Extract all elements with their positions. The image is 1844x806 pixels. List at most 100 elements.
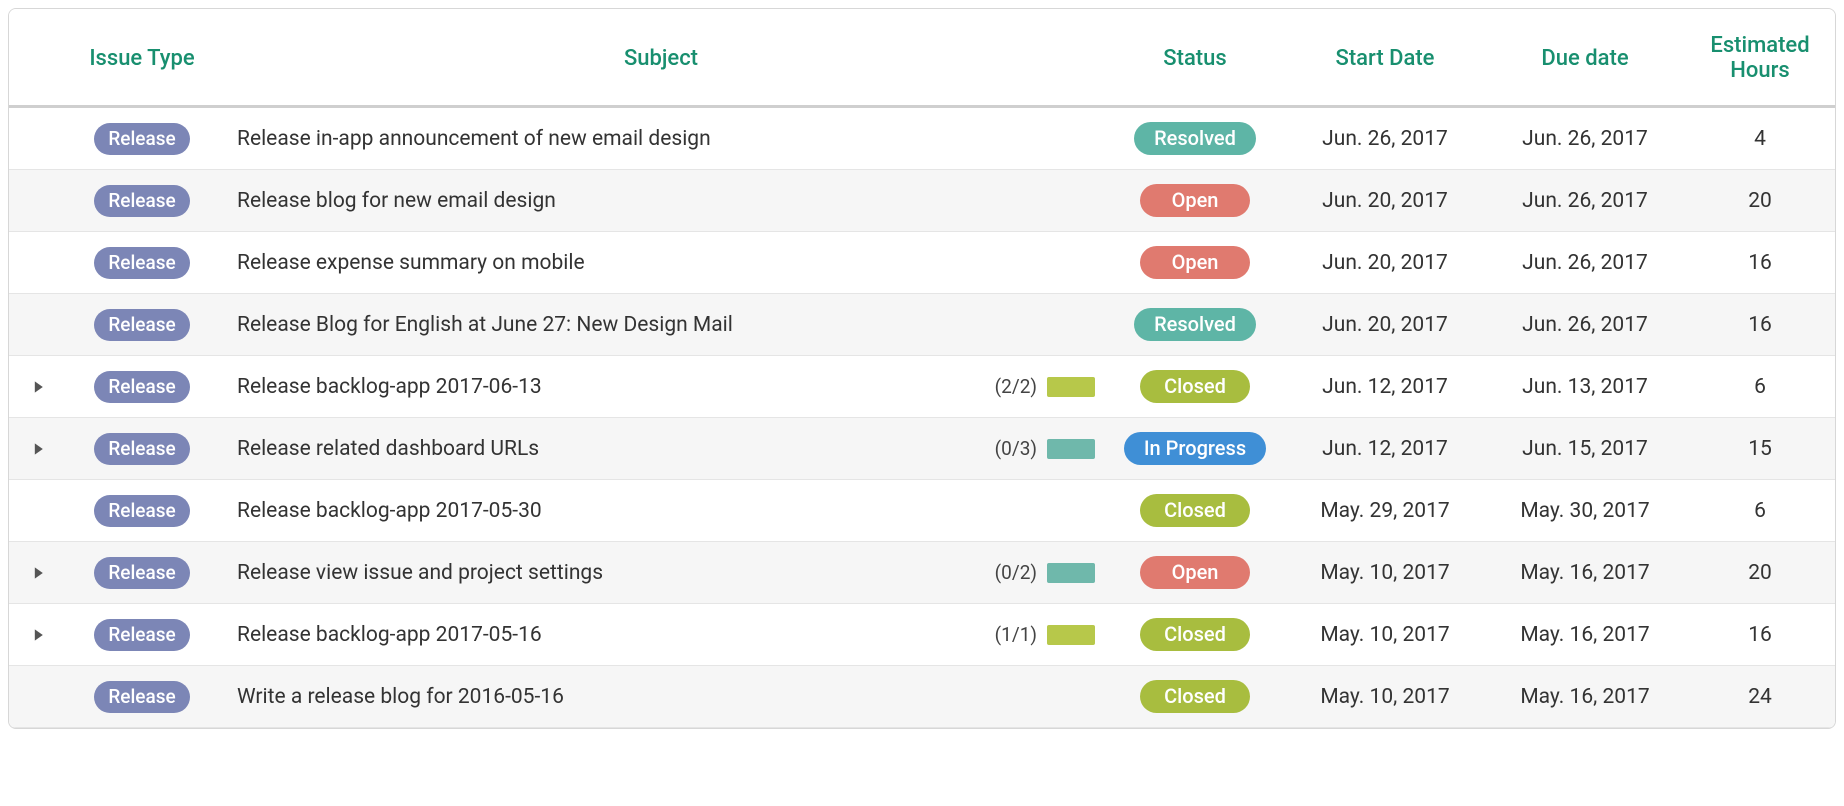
expand-cell: [9, 107, 67, 170]
expand-cell: [9, 480, 67, 542]
subject-cell[interactable]: Release in-app announcement of new email…: [217, 107, 1105, 170]
subtask-progress-count: (0/3): [995, 437, 1037, 460]
due-date-cell: Jun. 26, 2017: [1485, 107, 1685, 170]
col-start-header[interactable]: Start Date: [1285, 9, 1485, 107]
estimated-hours-cell: 6: [1685, 356, 1835, 418]
start-date-cell: May. 29, 2017: [1285, 480, 1485, 542]
status-cell: Open: [1105, 170, 1285, 232]
issue-type-cell: Release: [67, 232, 217, 294]
table-row[interactable]: ReleaseRelease backlog-app 2017-06-13(2/…: [9, 356, 1835, 418]
subject-cell[interactable]: Release expense summary on mobile: [217, 232, 1105, 294]
issue-type-pill: Release: [94, 309, 189, 341]
subject-text[interactable]: Release backlog-app 2017-05-16: [237, 623, 979, 647]
expand-caret-icon[interactable]: [19, 627, 57, 643]
subject-text[interactable]: Release expense summary on mobile: [237, 251, 1095, 275]
status-cell: Closed: [1105, 666, 1285, 728]
issue-table-panel: Issue Type Subject Status Start Date Due…: [8, 8, 1836, 729]
status-pill: Closed: [1140, 618, 1250, 651]
expand-cell[interactable]: [9, 604, 67, 666]
subtask-progress-count: (2/2): [995, 375, 1037, 398]
estimated-hours-cell: 6: [1685, 480, 1835, 542]
issue-type-pill: Release: [94, 619, 189, 651]
start-date-cell: Jun. 26, 2017: [1285, 107, 1485, 170]
status-cell: Closed: [1105, 480, 1285, 542]
issue-type-cell: Release: [67, 480, 217, 542]
subject-text[interactable]: Write a release blog for 2016-05-16: [237, 685, 1095, 709]
estimated-hours-cell: 16: [1685, 604, 1835, 666]
status-cell: Resolved: [1105, 107, 1285, 170]
status-pill: Closed: [1140, 494, 1250, 527]
subtask-progress-bar: [1047, 439, 1095, 459]
expand-cell[interactable]: [9, 542, 67, 604]
issue-type-cell: Release: [67, 666, 217, 728]
table-row[interactable]: ReleaseRelease related dashboard URLs(0/…: [9, 418, 1835, 480]
col-hours-header[interactable]: Estimated Hours: [1685, 9, 1835, 107]
expand-caret-icon[interactable]: [19, 565, 57, 581]
start-date-cell: May. 10, 2017: [1285, 604, 1485, 666]
subject-text[interactable]: Release Blog for English at June 27: New…: [237, 313, 1095, 337]
status-cell: Closed: [1105, 604, 1285, 666]
subject-text[interactable]: Release backlog-app 2017-05-30: [237, 499, 1095, 523]
table-row[interactable]: Release Release blog for new email design…: [9, 170, 1835, 232]
table-header-row: Issue Type Subject Status Start Date Due…: [9, 9, 1835, 107]
subject-cell[interactable]: Release backlog-app 2017-06-13 (2/2): [217, 356, 1105, 418]
subject-cell[interactable]: Release view issue and project settings (…: [217, 542, 1105, 604]
subject-text[interactable]: Release backlog-app 2017-06-13: [237, 375, 979, 399]
subtask-progress-count: (0/2): [995, 561, 1037, 584]
expand-caret-icon[interactable]: [19, 379, 57, 395]
estimated-hours-cell: 4: [1685, 107, 1835, 170]
col-subject-header[interactable]: Subject: [217, 9, 1105, 107]
subject-text[interactable]: Release in-app announcement of new email…: [237, 127, 1095, 151]
expand-cell: [9, 666, 67, 728]
due-date-cell: May. 16, 2017: [1485, 542, 1685, 604]
subject-cell[interactable]: Release related dashboard URLs (0/3): [217, 418, 1105, 480]
subtask-progress-bar: [1047, 625, 1095, 645]
issue-type-pill: Release: [94, 557, 189, 589]
col-due-header[interactable]: Due date: [1485, 9, 1685, 107]
expand-cell: [9, 294, 67, 356]
subject-cell[interactable]: Release backlog-app 2017-05-16(1/1): [217, 604, 1105, 666]
subject-cell[interactable]: Release Blog for English at June 27: New…: [217, 294, 1105, 356]
status-pill: Resolved: [1134, 122, 1256, 155]
subject-text[interactable]: Release related dashboard URLs: [237, 437, 979, 461]
due-date-cell: Jun. 26, 2017: [1485, 170, 1685, 232]
table-row[interactable]: Release Release expense summary on mobile…: [9, 232, 1835, 294]
subject-text[interactable]: Release blog for new email design: [237, 189, 1095, 213]
table-row[interactable]: Release Write a release blog for 2016-05-…: [9, 666, 1835, 728]
due-date-cell: Jun. 26, 2017: [1485, 232, 1685, 294]
table-row[interactable]: Release Release Blog for English at June …: [9, 294, 1835, 356]
due-date-cell: Jun. 13, 2017: [1485, 356, 1685, 418]
due-date-cell: May. 30, 2017: [1485, 480, 1685, 542]
due-date-cell: Jun. 15, 2017: [1485, 418, 1685, 480]
subtask-progress: (0/3): [995, 437, 1095, 460]
subtask-progress-bar: [1047, 563, 1095, 583]
start-date-cell: May. 10, 2017: [1285, 666, 1485, 728]
col-type-header[interactable]: Issue Type: [67, 9, 217, 107]
status-pill: Open: [1140, 246, 1250, 279]
expand-cell: [9, 170, 67, 232]
start-date-cell: Jun. 20, 2017: [1285, 294, 1485, 356]
table-row[interactable]: Release Release view issue and project se…: [9, 542, 1835, 604]
table-row[interactable]: Release Release backlog-app 2017-05-30 Clo…: [9, 480, 1835, 542]
col-expand-header: [9, 9, 67, 107]
expand-caret-icon[interactable]: [19, 441, 57, 457]
expand-cell[interactable]: [9, 418, 67, 480]
col-status-header[interactable]: Status: [1105, 9, 1285, 107]
status-pill: Closed: [1140, 370, 1250, 403]
issue-type-pill: Release: [94, 123, 189, 155]
issue-type-cell: Release: [67, 170, 217, 232]
subject-cell[interactable]: Write a release blog for 2016-05-16: [217, 666, 1105, 728]
table-row[interactable]: Release Release backlog-app 2017-05-16(1/…: [9, 604, 1835, 666]
expand-cell[interactable]: [9, 356, 67, 418]
status-cell: Open: [1105, 232, 1285, 294]
subtask-progress-bar: [1047, 377, 1095, 397]
subject-text[interactable]: Release view issue and project settings: [237, 561, 979, 585]
issue-type-pill: Release: [94, 495, 189, 527]
table-row[interactable]: Release Release in-app announcement of ne…: [9, 107, 1835, 170]
due-date-cell: May. 16, 2017: [1485, 604, 1685, 666]
subject-cell[interactable]: Release blog for new email design: [217, 170, 1105, 232]
issue-table: Issue Type Subject Status Start Date Due…: [9, 9, 1835, 728]
status-cell: In Progress: [1105, 418, 1285, 480]
issue-type-pill: Release: [94, 681, 189, 713]
subject-cell[interactable]: Release backlog-app 2017-05-30: [217, 480, 1105, 542]
